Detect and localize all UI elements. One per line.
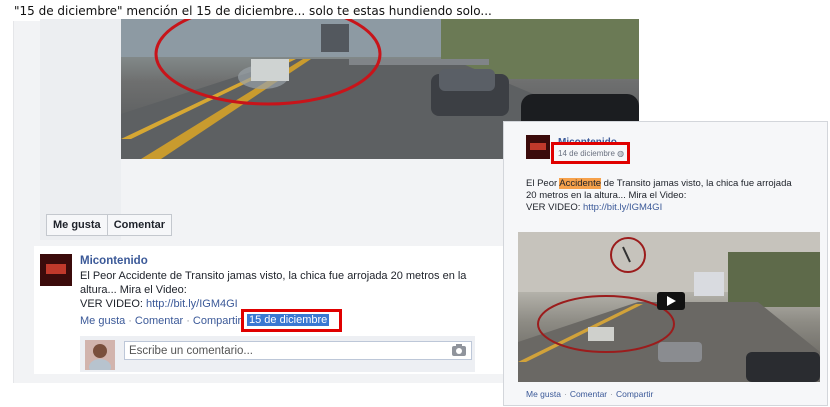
comment-link[interactable]: Comentar — [570, 389, 607, 399]
highlighted-word: Accidente — [559, 178, 602, 189]
post-date-text: 14 de diciembre — [558, 149, 615, 158]
separator-dot: · — [610, 389, 613, 399]
video-link[interactable]: http://bit.ly/IGM4GI — [583, 202, 662, 213]
separator-dot: · — [186, 315, 190, 327]
post-action-buttons: Me gusta Comentar — [46, 214, 173, 236]
video-frame-left-margin — [40, 19, 121, 240]
post-timestamp-link[interactable]: 15 de diciembre — [247, 314, 330, 326]
separator-dot: · — [128, 315, 132, 327]
page-name-link[interactable]: Micontenido — [80, 255, 148, 267]
post-action-links-small: Me gusta · Comentar · Compartir — [526, 389, 653, 399]
post-text-line-2: 20 metros en la altura... Mira el Video: — [526, 190, 687, 201]
page-logo-icon — [40, 254, 72, 286]
post-body: El Peor Accidente de Transito jamas vist… — [80, 269, 475, 311]
camera-icon[interactable] — [451, 343, 467, 357]
comment-button[interactable]: Comentar — [107, 214, 173, 236]
post-text-line-3: VER VIDEO: http://bit.ly/IGM4GI — [526, 202, 816, 214]
post-body-small: El Peor Accidente de Transito jamas vist… — [526, 178, 816, 214]
like-link[interactable]: Me gusta — [526, 389, 561, 399]
page-avatar-small[interactable] — [526, 135, 550, 159]
separator-dot: · — [563, 389, 567, 399]
video-prefix: VER VIDEO: — [526, 202, 584, 213]
share-link[interactable]: Compartir — [193, 315, 241, 327]
text-rest: de Transito jamas visto, la chica fue ar… — [601, 178, 792, 189]
play-icon[interactable] — [657, 292, 685, 310]
text-start: El Peor — [526, 178, 560, 189]
video-prefix: VER VIDEO: — [80, 298, 147, 310]
globe-icon: ◍ — [617, 149, 625, 158]
like-link[interactable]: Me gusta — [80, 315, 125, 327]
video-link[interactable]: http://bit.ly/IGM4GI — [146, 298, 238, 310]
comment-link[interactable]: Comentar — [135, 315, 183, 327]
comment-input[interactable]: Escribe un comentario... — [124, 341, 472, 360]
like-button[interactable]: Me gusta — [46, 214, 108, 236]
post-text-line-2: altura... Mira el Video: — [80, 284, 187, 296]
commenter-avatar — [85, 340, 115, 375]
post-text-line-1: El Peor Accidente de Transito jamas vist… — [526, 178, 816, 190]
share-link[interactable]: Compartir — [616, 389, 653, 399]
user-photo-icon — [85, 340, 115, 375]
post-text-line-1: El Peor Accidente de Transito jamas vist… — [80, 270, 467, 282]
page-logo-icon — [526, 135, 550, 159]
page-avatar[interactable] — [40, 254, 72, 286]
post-action-links: Me gusta · Comentar · Compartir — [80, 315, 241, 327]
post-date[interactable]: 14 de diciembre ◍ — [558, 149, 624, 158]
caption-text: "15 de diciembre" mención el 15 de dicie… — [14, 4, 492, 18]
